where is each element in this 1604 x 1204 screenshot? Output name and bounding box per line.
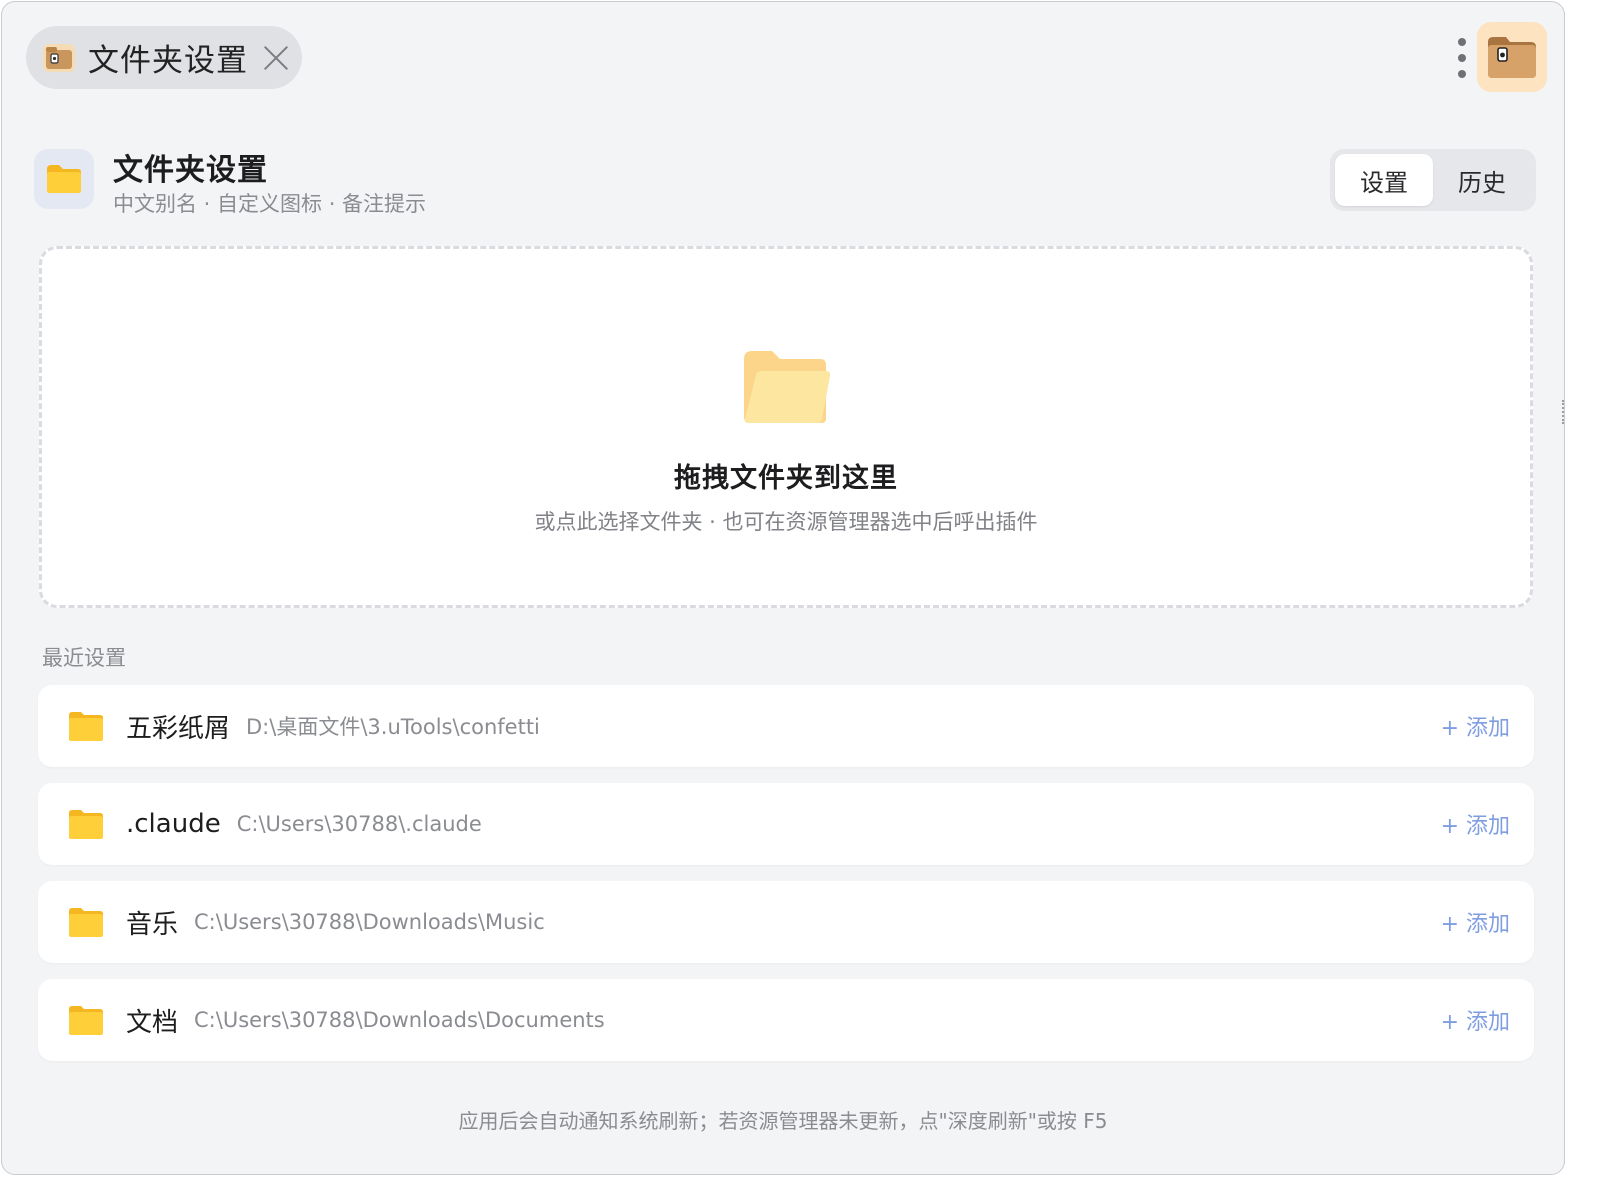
folder-icon [69, 810, 103, 839]
tab-title: 文件夹设置 [88, 43, 248, 79]
resize-handle[interactable] [1562, 400, 1564, 424]
folder-path: C:\Users\30788\.claude [236, 812, 482, 836]
list-item[interactable]: 五彩纸屑 D:\桌面文件\3.uTools\confetti + 添加 [38, 685, 1534, 767]
app-logo-icon[interactable] [1477, 22, 1547, 92]
add-button[interactable]: + 添加 [1441, 906, 1510, 938]
drop-zone-hint: 或点此选择文件夹 · 也可在资源管理器选中后呼出插件 [534, 510, 1038, 534]
recent-list: 五彩纸屑 D:\桌面文件\3.uTools\confetti + 添加 .cla… [38, 685, 1534, 1077]
add-button[interactable]: + 添加 [1441, 808, 1510, 840]
tab-settings[interactable]: 设置 [1335, 154, 1433, 206]
recent-section-label: 最近设置 [42, 646, 126, 670]
list-item[interactable]: 音乐 C:\Users\30788\Downloads\Music + 添加 [38, 881, 1534, 963]
folder-icon [69, 908, 103, 937]
folder-path: D:\桌面文件\3.uTools\confetti [246, 715, 540, 739]
plugin-tab[interactable]: 文件夹设置 [26, 26, 302, 89]
folder-icon [69, 1006, 103, 1035]
open-folder-icon [744, 351, 831, 423]
page-subtitle: 中文别名 · 自定义图标 · 备注提示 [113, 192, 427, 216]
folder-drop-zone[interactable]: 拖拽文件夹到这里 或点此选择文件夹 · 也可在资源管理器选中后呼出插件 [39, 246, 1533, 608]
folder-icon [69, 712, 103, 741]
page-title: 文件夹设置 [113, 153, 268, 188]
tab-history[interactable]: 历史 [1433, 154, 1531, 206]
folder-path: C:\Users\30788\Downloads\Music [194, 910, 545, 934]
footer-note: 应用后会自动通知系统刷新；若资源管理器未更新，点"深度刷新"或按 F5 [458, 1109, 1108, 1133]
app-folder-icon [42, 41, 76, 75]
list-item[interactable]: 文档 C:\Users\30788\Downloads\Documents + … [38, 979, 1534, 1061]
folder-path: C:\Users\30788\Downloads\Documents [194, 1008, 605, 1032]
close-icon[interactable] [262, 44, 290, 72]
folder-name: 文档 [126, 1007, 179, 1038]
list-item[interactable]: .claude C:\Users\30788\.claude + 添加 [38, 783, 1534, 865]
add-button[interactable]: + 添加 [1441, 1004, 1510, 1036]
header-folder-icon [34, 149, 94, 209]
app-window: 文件夹设置 文件夹设置 中文别名 · 自定义图标 · 备注提示 设置 历史 拖拽… [1, 1, 1565, 1175]
add-button[interactable]: + 添加 [1441, 710, 1510, 742]
more-vertical-icon[interactable] [1452, 36, 1472, 80]
folder-name: .claude [126, 809, 221, 839]
drop-zone-title: 拖拽文件夹到这里 [674, 463, 898, 494]
folder-name: 五彩纸屑 [126, 713, 231, 744]
folder-name: 音乐 [126, 909, 179, 940]
view-switcher: 设置 历史 [1330, 149, 1536, 211]
